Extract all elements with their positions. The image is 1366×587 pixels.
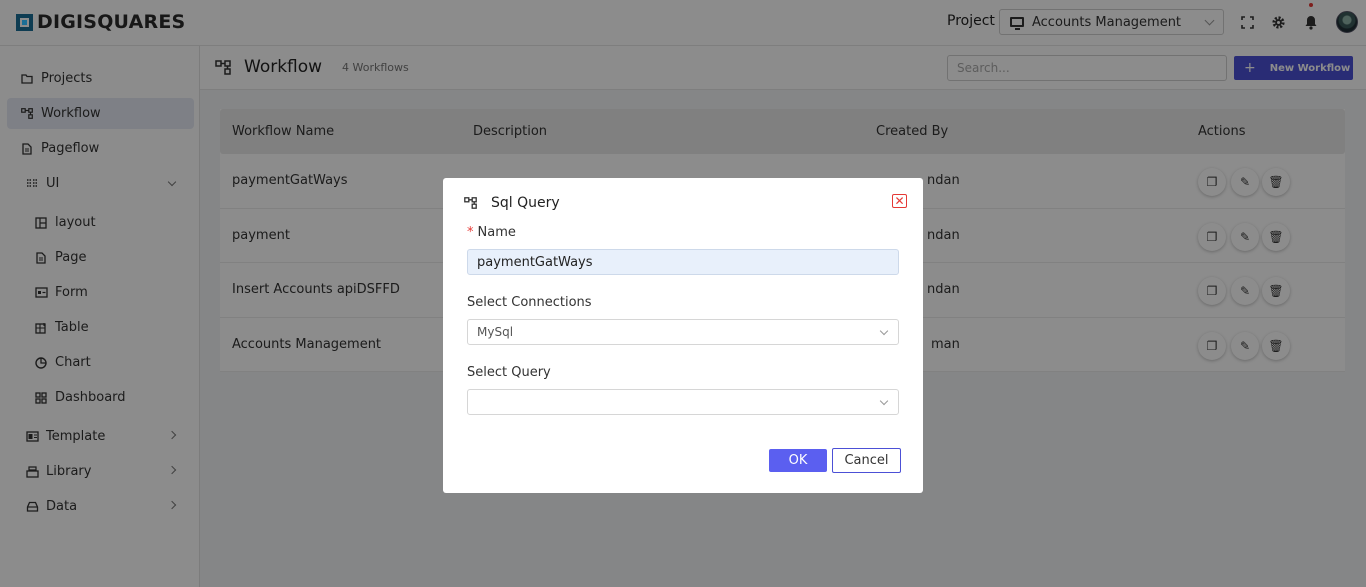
chevron-down-icon [879,326,889,336]
required-marker: * [467,225,474,240]
workflow-icon [464,197,477,213]
sql-query-dialog: Sql Query ✕ * Name paymentGatWays Select … [443,178,923,493]
ok-button[interactable]: OK [769,449,827,472]
name-field-value: paymentGatWays [477,254,593,270]
query-select[interactable] [467,389,899,415]
cancel-button[interactable]: Cancel [832,448,901,473]
connections-label: Select Connections [467,295,592,310]
name-label-text: Name [477,225,516,240]
chevron-down-icon [879,396,889,406]
name-label: * Name [467,225,516,240]
close-icon[interactable]: ✕ [892,194,907,208]
query-label: Select Query [467,365,551,380]
connections-select-value: MySql [477,325,514,339]
dialog-title: Sql Query [491,195,560,211]
name-field[interactable]: paymentGatWays [467,249,899,275]
connections-select[interactable]: MySql [467,319,899,345]
